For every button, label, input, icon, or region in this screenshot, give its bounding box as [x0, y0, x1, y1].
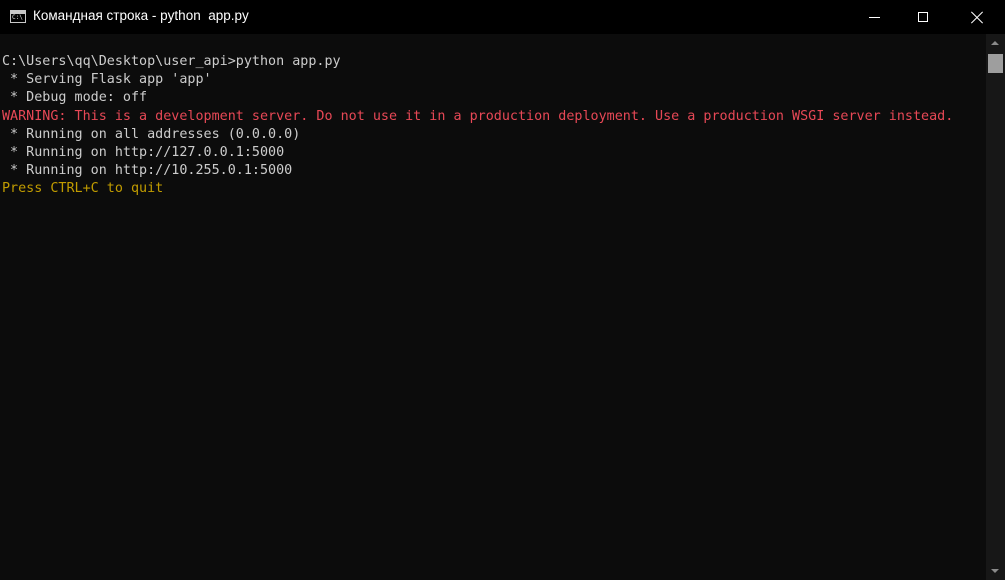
- console-line-debug: * Debug mode: off: [2, 90, 148, 105]
- console-output[interactable]: C:\Users\qq\Desktop\user_api>python app.…: [0, 34, 986, 580]
- title-bar[interactable]: C:\ Командная строка - python app.py: [0, 0, 1005, 34]
- scroll-thumb[interactable]: [988, 54, 1003, 73]
- console-line-network: * Running on http://10.255.0.1:5000: [2, 163, 293, 178]
- console-line-localhost: * Running on http://127.0.0.1:5000: [2, 145, 285, 160]
- console-line-warning: WARNING: This is a development server. D…: [2, 109, 954, 124]
- console-line-command: C:\Users\qq\Desktop\user_api>python app.…: [2, 54, 341, 69]
- scroll-up-button[interactable]: [986, 34, 1005, 52]
- icon-text: C:\: [12, 14, 23, 21]
- console-icon[interactable]: C:\: [10, 10, 26, 23]
- close-button[interactable]: [954, 0, 1000, 34]
- close-icon: [971, 11, 983, 23]
- maximize-button[interactable]: [900, 0, 946, 34]
- minimize-icon: [869, 17, 880, 18]
- console-line-quit-hint: Press CTRL+C to quit: [2, 181, 164, 196]
- console-line-serving: * Serving Flask app 'app': [2, 72, 212, 87]
- console-line-all-addresses: * Running on all addresses (0.0.0.0): [2, 127, 301, 142]
- chevron-down-icon: [991, 569, 999, 573]
- chevron-up-icon: [991, 41, 999, 45]
- console-window: C:\ Командная строка - python app.py C:\…: [0, 0, 1005, 580]
- window-title: Командная строка - python app.py: [33, 8, 249, 23]
- maximize-icon: [918, 12, 928, 22]
- minimize-button[interactable]: [851, 0, 897, 34]
- vertical-scrollbar[interactable]: [986, 34, 1005, 580]
- scroll-down-button[interactable]: [986, 562, 1005, 580]
